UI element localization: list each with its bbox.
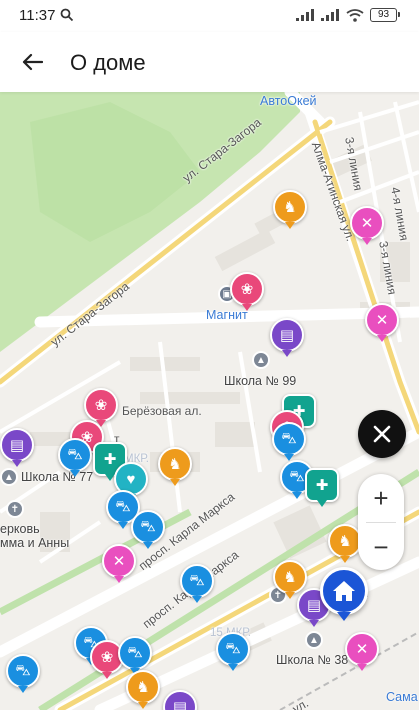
beauty-pin-icon[interactable]: ❀: [230, 272, 264, 311]
shop-pin-icon-10[interactable]: ⛍: [6, 654, 40, 693]
label-school-38: Школа № 38: [276, 653, 349, 667]
shop-pin-icon-7[interactable]: ⛍: [216, 632, 250, 671]
signal-icon: [296, 9, 314, 21]
close-icon: [373, 425, 391, 443]
shop-pin-icon-6[interactable]: ⛍: [180, 564, 214, 603]
school-38-icon[interactable]: ▲: [305, 631, 323, 649]
wifi-icon: [346, 8, 364, 22]
label-samara: Сама: [386, 690, 418, 704]
house-icon: [333, 581, 355, 601]
back-button[interactable]: [12, 44, 52, 80]
map-view[interactable]: АвтоОкей ул. Стара-Загора ул. Стара-Заго…: [0, 92, 419, 710]
status-bar: 11:37 93: [0, 0, 419, 32]
restaurant-pin-icon-3[interactable]: ✕: [102, 544, 136, 583]
zoom-in-button[interactable]: +: [358, 474, 404, 522]
label-school-99: Школа № 99: [224, 374, 297, 388]
app-bar: О доме: [0, 32, 419, 92]
books-pin-icon[interactable]: ▤: [270, 318, 304, 357]
kids-pin-icon-4[interactable]: ♞: [273, 560, 307, 599]
label-berezovaya: Берёзовая ал.: [122, 404, 202, 418]
selected-house-pin[interactable]: [320, 567, 368, 621]
arrow-left-icon: [22, 53, 43, 71]
label-church-1: ерковь: [0, 522, 40, 536]
books-pin-icon-2[interactable]: ▤: [0, 428, 34, 467]
search-status-icon: [60, 8, 74, 27]
beauty-pin-icon-2[interactable]: ❀: [84, 388, 118, 427]
page-title: О доме: [70, 50, 146, 75]
kids-pin-icon-2[interactable]: ♞: [158, 447, 192, 486]
school-99-icon[interactable]: ▲: [252, 351, 270, 369]
shop-pin-icon-5[interactable]: ⛍: [131, 510, 165, 549]
school-77-icon[interactable]: ▲: [0, 468, 18, 486]
pharmacy-pin-icon-3[interactable]: ✚: [305, 468, 339, 507]
status-indicators: 93: [296, 8, 400, 22]
signal-icon-2: [321, 9, 339, 21]
kids-pin-icon-5[interactable]: ♞: [126, 670, 160, 709]
battery-icon: 93: [370, 8, 400, 22]
close-button[interactable]: [358, 410, 406, 458]
shop-pin-icon-2[interactable]: ⛍: [58, 438, 92, 477]
zoom-controls: + −: [358, 474, 404, 570]
label-school-77: Школа № 77: [21, 470, 94, 484]
kids-pin-icon-3[interactable]: ♞: [328, 524, 362, 563]
restaurant-pin-icon[interactable]: ✕: [350, 206, 384, 245]
zoom-out-button[interactable]: −: [358, 523, 404, 571]
shop-pin-icon-9[interactable]: ⛍: [118, 636, 152, 675]
status-time: 11:37: [19, 7, 56, 24]
restaurant-pin-icon-4[interactable]: ✕: [345, 632, 379, 671]
church-icon[interactable]: ✝: [6, 500, 24, 518]
restaurant-pin-icon-2[interactable]: ✕: [365, 303, 399, 342]
label-church-2: мма и Анны: [0, 536, 70, 550]
label-avtookey: АвтоОкей: [260, 94, 317, 108]
shop-pin-icon[interactable]: ⛍: [272, 422, 306, 461]
kids-pin-icon[interactable]: ♞: [273, 190, 307, 229]
